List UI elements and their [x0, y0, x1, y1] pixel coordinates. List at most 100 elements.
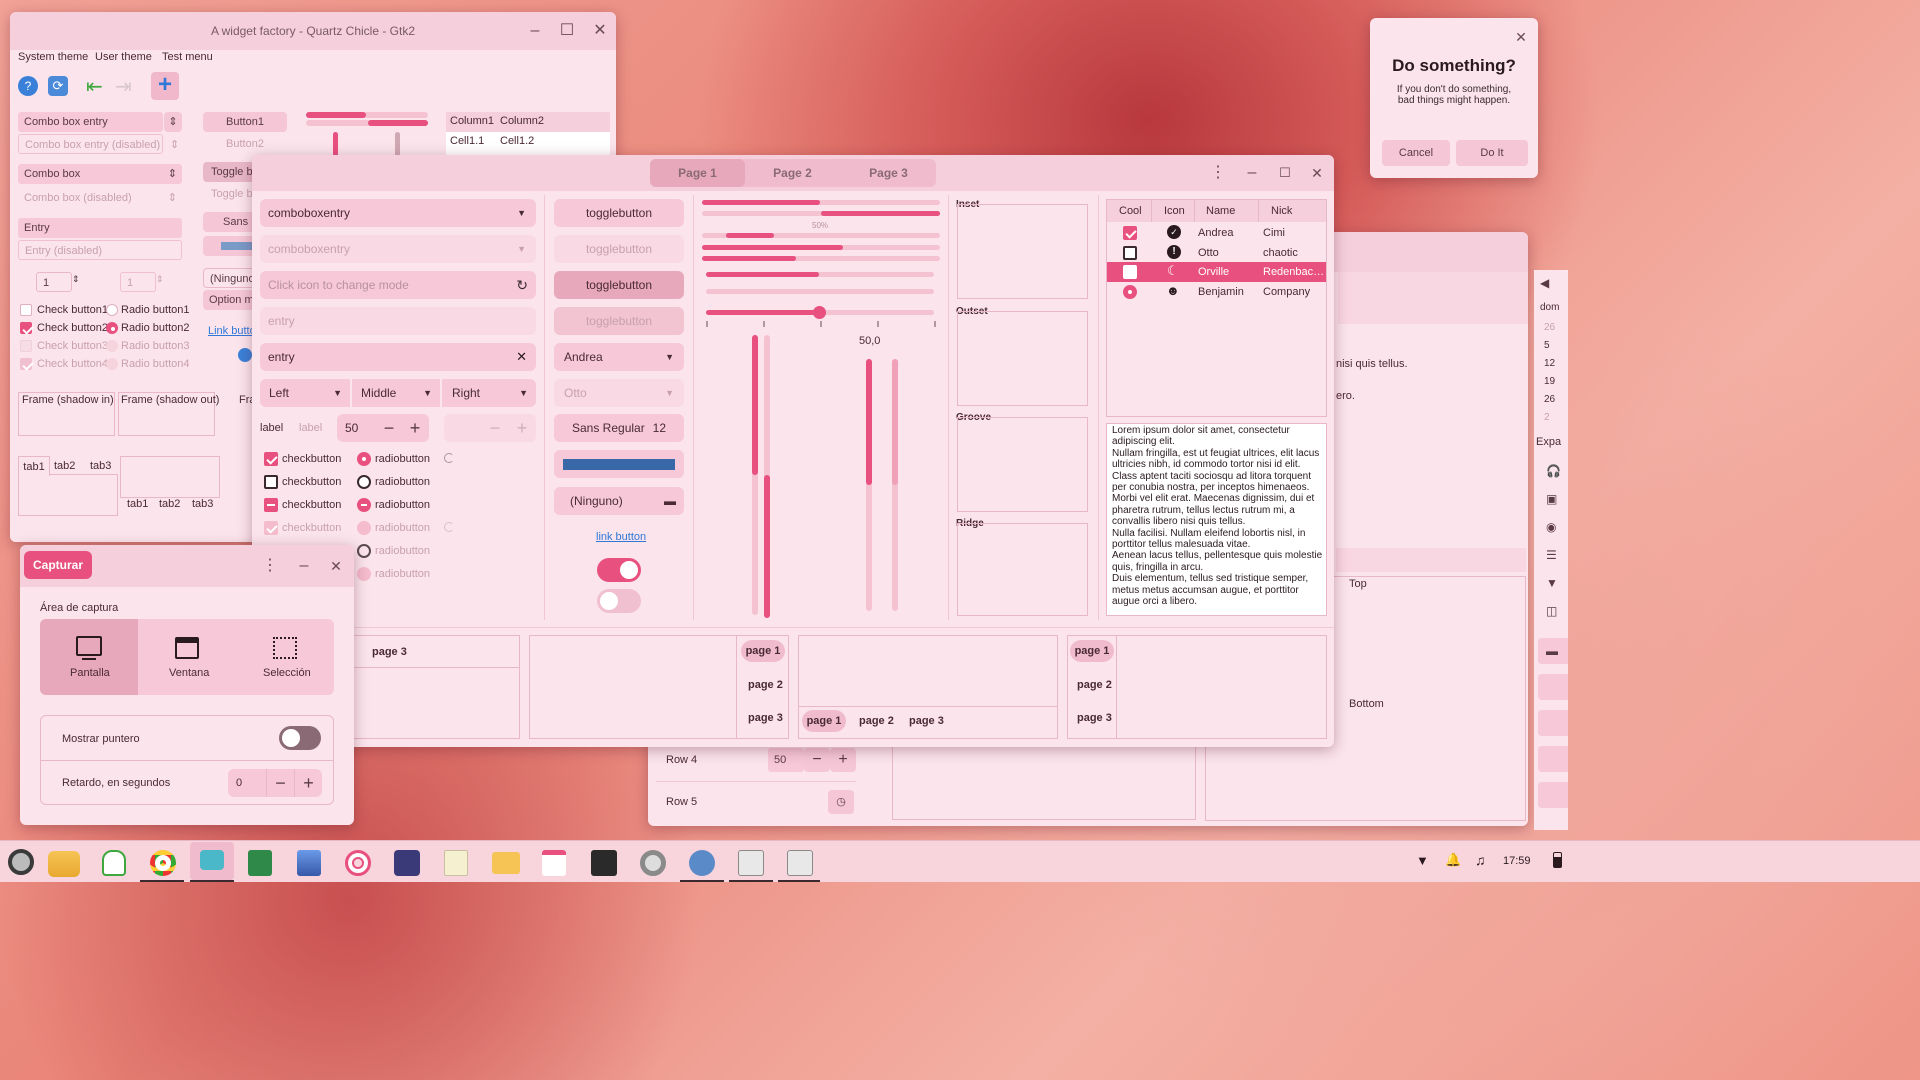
checkbutton-checked[interactable]: [264, 452, 278, 466]
entry-with-clear[interactable]: entry ✕: [260, 343, 536, 371]
notebook-d-page2[interactable]: page 2: [1077, 679, 1112, 691]
menu-system-theme[interactable]: System theme: [18, 51, 88, 63]
mail-icon[interactable]: [492, 852, 520, 874]
gtk4-maximize-icon[interactable]: ☐: [1270, 155, 1300, 192]
gtk-demo-icon[interactable]: [689, 850, 715, 876]
notebook-b-page1[interactable]: page 1: [741, 640, 785, 662]
spin-plus-button[interactable]: +: [402, 414, 428, 442]
menu-user-theme[interactable]: User theme: [95, 51, 152, 63]
android-icon[interactable]: [102, 850, 126, 876]
gtk4-minimize-icon[interactable]: –: [1237, 155, 1267, 192]
mode-entry[interactable]: Click icon to change mode ↻: [260, 271, 536, 299]
combo-box-entry[interactable]: Combo box entry: [18, 112, 163, 132]
checkbutton-unchecked[interactable]: [264, 475, 278, 489]
screenshot-app-icon[interactable]: [190, 842, 234, 880]
dropdown-right[interactable]: Right ▼: [442, 379, 536, 407]
notebook-c-page2[interactable]: page 2: [859, 715, 894, 727]
expander-label[interactable]: Expa: [1536, 436, 1561, 448]
prev-arrow-icon[interactable]: ◀: [1540, 276, 1549, 290]
column1-header[interactable]: Column1: [450, 115, 494, 127]
tab-page-1[interactable]: Page 1: [650, 159, 745, 187]
minus-box-icon[interactable]: ▬: [1538, 638, 1568, 664]
sheets-icon[interactable]: [248, 850, 272, 876]
settings-gear-icon[interactable]: [640, 850, 666, 876]
check-button-1[interactable]: [20, 304, 32, 316]
refresh-icon[interactable]: ⟳: [48, 76, 68, 96]
link-button[interactable]: Link butto: [208, 325, 256, 337]
delay-minus-button[interactable]: −: [266, 769, 294, 797]
header-nick[interactable]: Nick: [1271, 205, 1292, 217]
date-6[interactable]: 2: [1544, 412, 1550, 423]
dropdown-left[interactable]: Left ▼: [260, 379, 350, 407]
menu-dots-icon[interactable]: ⋮: [1203, 155, 1233, 192]
files-icon[interactable]: [48, 851, 80, 877]
spiral-app-icon[interactable]: [345, 850, 371, 876]
combo-box[interactable]: Combo box ⇕: [18, 164, 182, 184]
scale-3-knob[interactable]: [813, 306, 826, 319]
delay-plus-button[interactable]: +: [294, 769, 322, 797]
capture-minimize-icon[interactable]: –: [289, 547, 319, 585]
radiobutton-2[interactable]: [357, 475, 371, 489]
cool-check-orville[interactable]: [1123, 265, 1137, 279]
header-cool[interactable]: Cool: [1119, 205, 1142, 217]
nb2-tab2[interactable]: tab2: [159, 498, 180, 510]
maximize-icon[interactable]: ☐: [552, 12, 582, 50]
chrome-icon[interactable]: [150, 850, 176, 876]
header-name[interactable]: Name: [1206, 205, 1235, 217]
file-chooser[interactable]: (Ninguno) ▬: [554, 487, 684, 515]
notebook-a-page3[interactable]: page 3: [372, 646, 407, 658]
header-icon[interactable]: Icon: [1164, 205, 1185, 217]
checkbutton-mixed[interactable]: [264, 498, 278, 512]
mode-window-label[interactable]: Ventana: [169, 667, 209, 679]
mode-selection-label[interactable]: Selección: [263, 667, 311, 679]
music-icon[interactable]: ♫: [1475, 852, 1486, 868]
wifi-icon[interactable]: ▼: [1546, 576, 1558, 590]
clock[interactable]: 17:59: [1503, 855, 1531, 867]
columns-icon[interactable]: ◫: [1546, 604, 1557, 618]
togglebutton-3[interactable]: togglebutton: [554, 271, 684, 299]
cell-1-1[interactable]: Cell1.1: [450, 135, 484, 147]
minimize-icon[interactable]: –: [520, 12, 550, 50]
date-3[interactable]: 12: [1544, 358, 1555, 369]
row5-clock-icon[interactable]: ◷: [828, 790, 854, 814]
gtk4-close-icon[interactable]: ✕: [1302, 155, 1332, 192]
widget-factory-icon[interactable]: [738, 850, 764, 876]
date-1[interactable]: 26: [1544, 322, 1555, 333]
add-icon[interactable]: +: [151, 72, 179, 100]
list-icon[interactable]: ☰: [1546, 548, 1557, 562]
tab-page-2[interactable]: Page 2: [745, 159, 840, 187]
menu-test[interactable]: Test menu: [162, 51, 213, 63]
capture-menu-icon[interactable]: ⋮: [255, 547, 285, 585]
dialog-close-icon[interactable]: ✕: [1506, 18, 1536, 56]
go-first-icon[interactable]: ⇤: [86, 74, 103, 99]
notebook-c-page1[interactable]: page 1: [802, 710, 846, 732]
row4-minus-button[interactable]: −: [804, 748, 830, 772]
capture-button[interactable]: Capturar: [24, 551, 92, 579]
battery-icon[interactable]: [1553, 852, 1562, 868]
help-icon[interactable]: ?: [18, 76, 38, 96]
headphones-icon[interactable]: 🎧: [1546, 464, 1561, 478]
date-5[interactable]: 26: [1544, 394, 1555, 405]
color-button[interactable]: [554, 450, 684, 478]
radio-button-1[interactable]: [106, 304, 118, 316]
switch-off[interactable]: [597, 589, 641, 613]
column2-header[interactable]: Column2: [500, 115, 544, 127]
dialog-cancel-button[interactable]: Cancel: [1382, 140, 1450, 166]
notebook-d-page3[interactable]: page 3: [1077, 712, 1112, 724]
cool-radio-benjamin[interactable]: [1123, 285, 1137, 299]
gallery-icon[interactable]: [297, 850, 321, 876]
help-small-icon[interactable]: [238, 348, 252, 362]
togglebutton-1[interactable]: togglebutton: [554, 199, 684, 227]
notebook-c-page3[interactable]: page 3: [909, 715, 944, 727]
text-editor-icon[interactable]: [444, 850, 468, 876]
entry[interactable]: Entry: [18, 218, 182, 238]
combobox-entry[interactable]: comboboxentry ▼: [260, 199, 536, 227]
nb2-tab1[interactable]: tab1: [127, 498, 148, 510]
button1[interactable]: Button1: [203, 112, 287, 132]
nb1-tab1[interactable]: tab1: [18, 456, 50, 476]
terminal-icon[interactable]: [591, 850, 617, 876]
launcher-icon[interactable]: [8, 849, 34, 875]
check-button-2[interactable]: [20, 322, 32, 334]
camera-icon[interactable]: ▣: [1546, 492, 1557, 506]
spin-button-1[interactable]: 1: [36, 272, 72, 292]
